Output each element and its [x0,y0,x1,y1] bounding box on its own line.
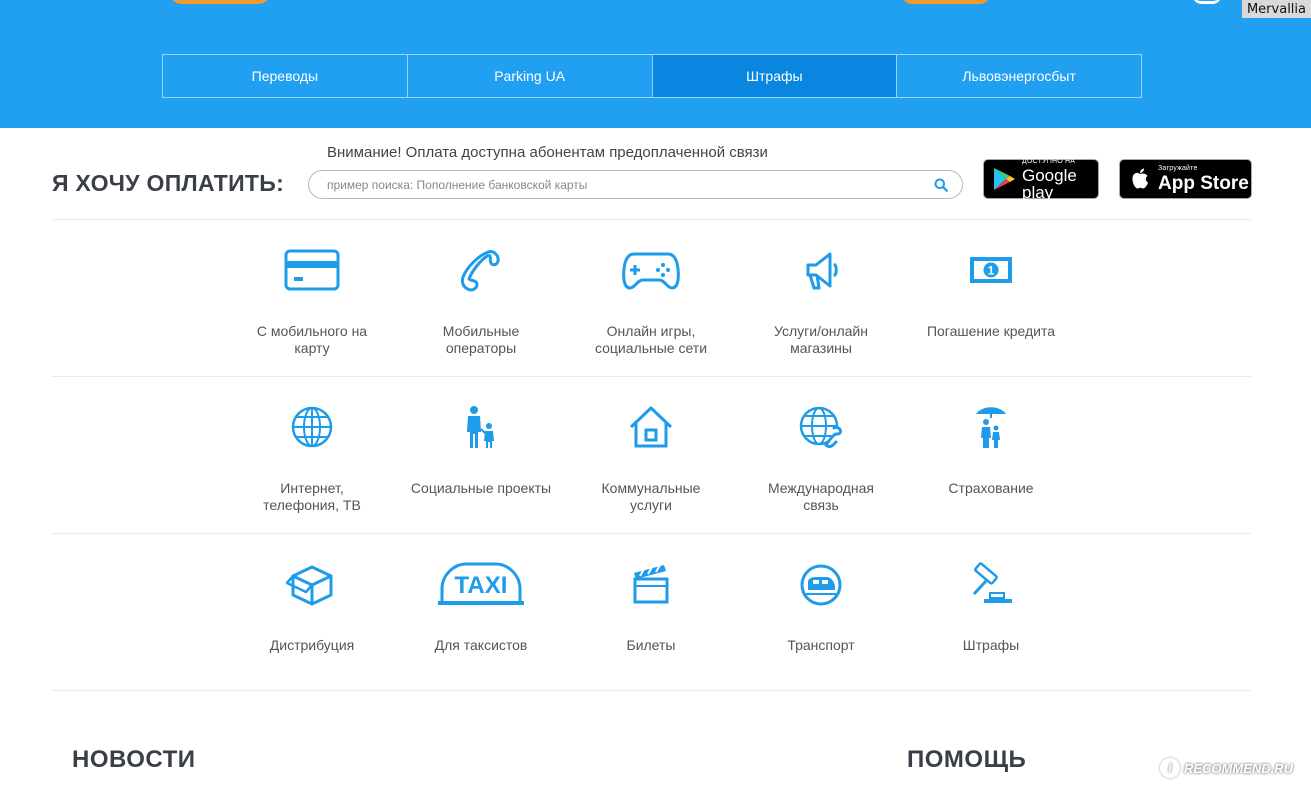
divider [52,690,1251,691]
category-label: Погашение кредита [926,323,1056,339]
category-online-shops[interactable]: Услуги/онлайн магазины [736,245,906,357]
google-play-icon [994,168,1015,190]
category-label: Дистрибуция [269,637,355,653]
prepaid-notice: Внимание! Оплата доступна абонентам пред… [327,144,768,161]
credit-card-icon [284,249,340,291]
megaphone-icon [806,252,838,290]
google-play-caption: ДОСТУПНО НА [1022,157,1076,165]
category-label: Социальные проекты [410,480,552,496]
tab-parking-ua[interactable]: Parking UA [406,55,652,97]
category-mobile-to-card[interactable]: С мобильного на карту [227,245,397,357]
category-label: Штрафы [962,637,1020,653]
page-title: Я ХОЧУ ОПЛАТИТЬ: [52,170,285,196]
search-box [308,170,963,199]
tab-fines[interactable]: Штрафы [651,55,897,97]
category-loan-repayment[interactable]: 1 Погашение кредита [906,245,1076,340]
train-icon [800,564,842,606]
help-heading: ПОМОЩЬ [907,746,1027,773]
search-icon[interactable] [934,178,948,192]
category-internet-tv[interactable]: Интернет, телефония, ТВ [227,402,397,514]
category-label: Билеты [626,637,676,653]
phone-icon [460,250,500,292]
logo-fragment [168,0,272,4]
divider [52,376,1251,377]
category-games-social[interactable]: Онлайн игры, социальные сети [566,245,736,357]
globe-icon [291,406,333,448]
google-play-button[interactable]: ДОСТУПНО НА Google play [983,157,1099,202]
tab-lvivenergosbyt[interactable]: Львовэнергосбыт [896,55,1141,97]
umbrella-family-icon [976,407,1006,448]
category-label: Услуги/онлайн магазины [774,323,868,356]
category-label: Мобильные операторы [442,323,520,356]
divider [52,533,1251,534]
search-input[interactable] [327,176,917,194]
divider [52,219,1251,220]
category-label: Коммунальные услуги [601,480,701,513]
category-transport[interactable]: Транспорт [736,559,906,654]
watermark: i RECOMMEND.RU [1160,758,1293,778]
news-heading: НОВОСТИ [72,746,196,773]
gavel-icon [972,562,1012,603]
tab-transfers[interactable]: Переводы [163,55,407,97]
category-distribution[interactable]: Дистрибуция [227,559,397,654]
category-label: Интернет, телефония, ТВ [263,480,361,513]
app-store-label: App Store [1158,173,1249,194]
apple-icon [1132,168,1148,189]
taxi-icon-text: TAXI [455,572,508,599]
header-decoration-right [1192,0,1222,4]
header-band: Переводы Parking UA Штрафы Львовэнергосб… [0,0,1311,128]
category-label: С мобильного на карту [256,323,368,356]
category-label: Онлайн игры, социальные сети [594,323,708,356]
taxi-icon: TAXI [438,562,524,605]
watermark-logo-icon: i [1160,758,1180,778]
gamepad-icon [622,252,680,290]
category-label: Транспорт [787,637,855,653]
banknote-icon: 1 [970,257,1012,283]
category-tickets[interactable]: Билеты [566,559,736,654]
category-label: Международная связь [767,480,875,513]
category-mobile-operators[interactable]: Мобильные операторы [396,245,566,357]
google-play-label: Google play [1022,165,1077,202]
category-label: Для таксистов [434,637,528,653]
user-name-label: Mervallia [1241,0,1311,18]
watermark-text: RECOMMEND.RU [1184,760,1294,776]
category-label: Страхование [948,480,1034,496]
category-insurance[interactable]: Страхование [906,402,1076,497]
family-icon [467,406,494,448]
app-store-button[interactable]: Загружайте App Store [1119,159,1252,199]
globe-phone-icon [799,406,842,448]
category-fines[interactable]: Штрафы [906,559,1076,654]
clapperboard-icon [633,564,669,604]
category-social-projects[interactable]: Социальные проекты [396,402,566,497]
house-icon [629,406,673,448]
svg-text:1: 1 [988,264,995,278]
category-international[interactable]: Международная связь [736,402,906,514]
app-store-caption: Загружайте [1158,165,1198,172]
service-tabs: Переводы Parking UA Штрафы Львовэнергосб… [162,54,1142,98]
header-decoration [902,0,990,4]
category-utilities[interactable]: Коммунальные услуги [566,402,736,514]
category-taxi-drivers[interactable]: TAXI Для таксистов [396,559,566,654]
box-icon [285,565,333,606]
